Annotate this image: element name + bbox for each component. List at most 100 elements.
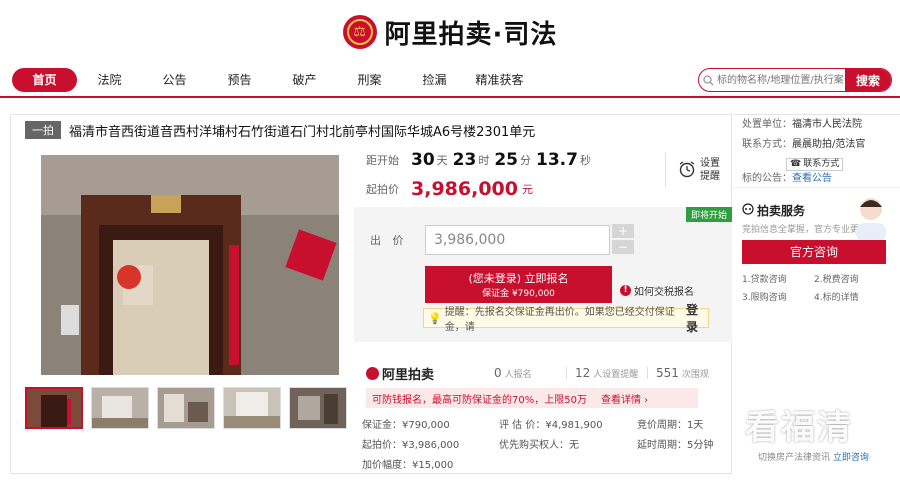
nav-item-court[interactable]: 法院	[77, 68, 142, 92]
price-unit: 元	[521, 183, 533, 196]
nav-item-leads[interactable]: 精准获客	[467, 68, 532, 92]
notice-link[interactable]: 查看公告	[792, 173, 832, 184]
main-photo[interactable]	[41, 155, 339, 375]
detail-bid-period: 竞价周期：1天	[637, 420, 704, 431]
start-price-label: 起拍价	[366, 183, 399, 196]
headset-icon	[742, 203, 754, 218]
increase-bid-button[interactable]: +	[612, 224, 634, 238]
countdown-days-unit: 天	[436, 154, 448, 167]
search-icon	[699, 69, 717, 91]
alipaimai-text: 阿里拍卖	[382, 367, 435, 383]
nav-item-home[interactable]: 首页	[12, 68, 77, 92]
bid-area: 即将开始 出 价 3,986,000 + − (您未登录) 立即报名 保证金 ¥…	[354, 207, 732, 342]
view-count-label: 次围观	[681, 370, 709, 380]
faq-lot-details[interactable]: 4.标的详情	[814, 290, 886, 303]
thumbnail[interactable]	[289, 387, 347, 429]
countdown-hours-unit: 时	[478, 154, 490, 167]
countdown-hours: 23	[452, 150, 477, 170]
auction-round-tag: 一拍	[25, 121, 61, 139]
view-count-value: 551	[656, 366, 679, 380]
legal-consult-bar: 切换房产法律资讯 立即咨询	[758, 450, 869, 463]
thumbnail[interactable]	[25, 387, 83, 429]
agent-avatar	[848, 191, 894, 241]
how-to-pay-link[interactable]: ! 如何交税报名	[620, 283, 694, 298]
login-tip: 💡 提醒：先报名交保证金再出价。如果您已经交付保证金，请 登录	[423, 303, 709, 334]
remind-count: 12 人设置提醒	[575, 366, 647, 380]
main-nav: 首页 法院 公告 预告 破产 刑案 捡漏 精准获客 搜索	[0, 64, 900, 98]
service-title-text: 拍卖服务	[757, 204, 806, 218]
alipaimai-icon	[366, 366, 379, 380]
decrease-bid-button[interactable]: −	[612, 240, 634, 254]
lot-title: 福清市音西街道音西村洋埔村石竹街道石门村北前亭村国际华城A6号楼2301单元	[69, 124, 536, 140]
countdown-seconds: 13.7	[536, 150, 578, 170]
nav-item-criminal[interactable]: 刑案	[337, 68, 402, 92]
signup-count-value: 0	[494, 366, 502, 380]
signup-button-label: (您未登录) 立即报名	[468, 272, 569, 285]
signup-count: 0 人报名	[494, 366, 566, 380]
lot-title-row: 一拍 福清市音西街道音西村洋埔村石竹街道石门村北前亭村国际华城A6号楼2301单…	[11, 115, 731, 145]
nav-item-notice[interactable]: 公告	[142, 68, 207, 92]
detail-start-price: 起拍价：¥3,986,000	[362, 440, 460, 451]
tip-text: 提醒：先报名交保证金再出价。如果您已经交付保证金，请	[444, 307, 675, 333]
detail-priority-buyer: 优先购买权人：无	[499, 440, 579, 451]
bid-info: 距开始 30 天 23 时 25 分 13.7 秒 起拍价 3,986,000 …	[354, 145, 732, 471]
countdown-minutes: 25	[494, 150, 519, 170]
contact-label: 联系方式：	[742, 139, 792, 150]
how-to-pay-label: 如何交税报名	[634, 287, 694, 298]
thumbnail[interactable]	[91, 387, 149, 429]
site-header: ⚖ 阿里拍卖·司法	[0, 0, 900, 64]
promo-details-link[interactable]: 查看详情 ›	[601, 391, 648, 406]
disposal-unit-value[interactable]: 福清市人民法院	[792, 119, 862, 130]
countdown-days: 30	[411, 150, 435, 170]
bid-amount-input[interactable]: 3,986,000	[425, 225, 610, 255]
bid-stepper: + −	[612, 224, 634, 256]
court-emblem-icon: ⚖	[342, 15, 377, 49]
signup-button[interactable]: (您未登录) 立即报名 保证金 ¥790,000	[425, 266, 612, 303]
thumbnail[interactable]	[157, 387, 215, 429]
alarm-clock-icon	[678, 160, 696, 181]
search-input[interactable]	[717, 70, 845, 90]
login-link[interactable]: 登录	[686, 301, 708, 335]
detail-increment: 加价幅度：¥15,000	[362, 460, 454, 471]
alipaimai-logo: 阿里拍卖	[354, 364, 494, 383]
promo-text: 可防钱报名，最高可防保证金的70%，上限50万	[372, 394, 587, 406]
lot-panel: 一拍 福清市音西街道音西村洋埔村石竹街道石门村北前亭村国际华城A6号楼2301单…	[10, 114, 732, 474]
thumbnail[interactable]	[223, 387, 281, 429]
remind-count-label: 人设置提醒	[593, 370, 639, 380]
faq-purchase-limit[interactable]: 3.限购咨询	[742, 290, 814, 303]
auction-details: 保证金：¥790,000 评 估 价：¥4,981,900 竞价周期：1天 起拍…	[362, 416, 732, 471]
notice-label: 标的公告：	[742, 173, 792, 184]
brand-name: 阿里拍卖·司法	[384, 19, 558, 50]
countdown-label: 距开始	[366, 154, 399, 167]
warning-icon: !	[620, 285, 631, 296]
auction-service: 拍卖服务 竞拍信息全掌握，官方专业更放心 官方咨询 1.贷款咨询 2.税费咨询 …	[734, 187, 900, 311]
photo-thumbnails	[25, 387, 347, 429]
set-reminder-button[interactable]: 设置提醒	[665, 153, 722, 187]
notice: 标的公告：查看公告	[734, 169, 900, 189]
photo-doorway	[41, 155, 339, 375]
bid-label: 出 价	[370, 234, 408, 247]
legal-consult-text: 切换房产法律资讯	[758, 453, 831, 463]
official-consult-button[interactable]: 官方咨询	[742, 240, 886, 264]
nav-item-preview[interactable]: 预告	[207, 68, 272, 92]
faq-links: 1.贷款咨询 2.税费咨询 3.限购咨询 4.标的详情	[742, 272, 886, 303]
divider	[647, 367, 648, 379]
search-button[interactable]: 搜索	[845, 69, 891, 91]
remind-count-value: 12	[575, 366, 591, 380]
status-badge: 即将开始	[685, 207, 732, 222]
nav-item-bankruptcy[interactable]: 破产	[272, 68, 337, 92]
detail-deposit: 保证金：¥790,000	[362, 420, 450, 431]
legal-consult-link[interactable]: 立即咨询	[833, 453, 869, 463]
countdown-seconds-unit: 秒	[579, 154, 591, 167]
faq-loan[interactable]: 1.贷款咨询	[742, 272, 814, 285]
faq-tax[interactable]: 2.税费咨询	[814, 272, 886, 285]
detail-extension: 延时周期：5分钟	[637, 440, 714, 451]
watermark: 看福清	[745, 408, 853, 448]
service-title: 拍卖服务	[742, 202, 805, 219]
disposal-unit: 处置单位：福清市人民法院	[734, 115, 900, 135]
countdown-minutes-unit: 分	[520, 154, 532, 167]
brand-logo[interactable]: ⚖ 阿里拍卖·司法	[342, 14, 558, 51]
detail-appraisal: 评 估 价：¥4,981,900	[499, 420, 603, 431]
divider	[566, 367, 567, 379]
nav-item-bargain[interactable]: 捡漏	[402, 68, 467, 92]
